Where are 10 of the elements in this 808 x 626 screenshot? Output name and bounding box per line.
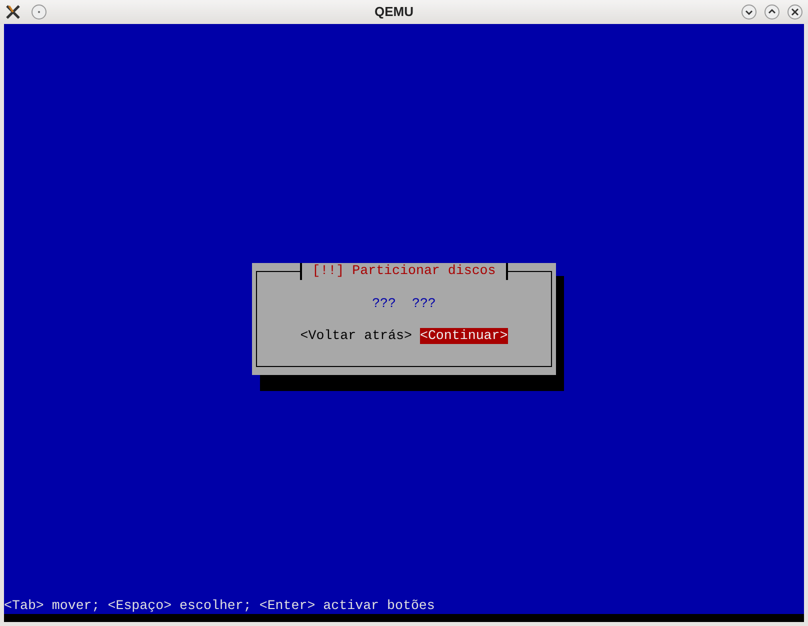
maximize-icon[interactable] bbox=[764, 4, 780, 20]
window-title: QEMU bbox=[374, 3, 414, 22]
dialog-message: ??? ??? bbox=[372, 296, 436, 312]
dialog-button[interactable]: <Voltar atrás> bbox=[300, 328, 412, 344]
x-logo-icon[interactable] bbox=[5, 4, 21, 20]
close-icon[interactable] bbox=[787, 4, 803, 20]
minimize-icon[interactable] bbox=[741, 4, 757, 20]
dialog-title: [!!] Particionar discos bbox=[300, 263, 508, 280]
dialog-button[interactable]: <Continuar> bbox=[420, 328, 508, 344]
key-hint-text: <Tab> mover; <Espaço> escolher; <Enter> activar botões bbox=[4, 598, 436, 614]
